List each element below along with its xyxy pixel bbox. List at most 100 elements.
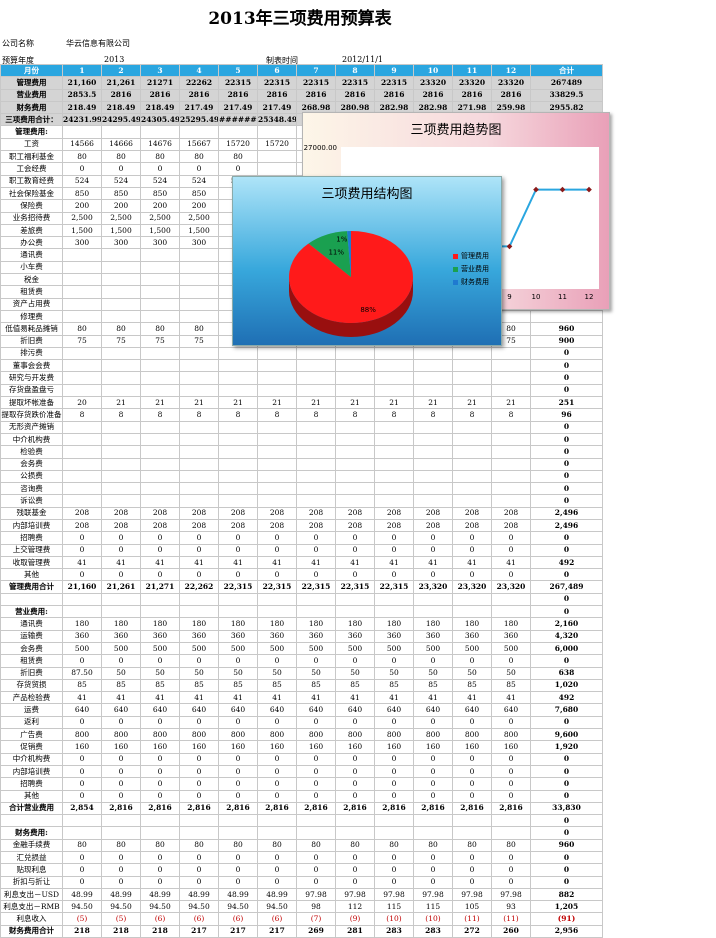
table-cell[interactable] [140, 260, 180, 275]
table-cell[interactable]: 0 [257, 875, 297, 889]
table-cell[interactable]: 41 [374, 555, 414, 570]
table-cell[interactable]: 0 [179, 568, 219, 582]
table-cell[interactable]: 0 [335, 875, 375, 889]
table-cell[interactable]: 0 [257, 764, 297, 779]
table-cell[interactable] [374, 592, 414, 607]
table-cell[interactable] [257, 469, 297, 484]
table-cell[interactable]: 24231.99 [62, 113, 102, 127]
table-cell[interactable]: 24305.49 [140, 113, 180, 127]
table-cell[interactable]: 0 [257, 752, 297, 766]
table-cell[interactable] [413, 359, 453, 373]
table-cell[interactable]: 50 [491, 666, 531, 680]
table-cell[interactable]: 0 [101, 162, 141, 176]
table-cell[interactable] [179, 482, 219, 496]
table-cell[interactable]: 640 [491, 703, 531, 717]
table-cell[interactable] [218, 371, 258, 385]
table-cell[interactable]: 23320 [452, 76, 492, 90]
table-cell[interactable]: 850 [179, 186, 219, 201]
table-cell[interactable]: 180 [413, 617, 453, 631]
table-cell[interactable] [218, 605, 258, 619]
table-cell[interactable]: 112 [335, 900, 375, 914]
table-cell[interactable]: 208 [335, 518, 375, 533]
table-cell[interactable]: 48.99 [101, 887, 141, 902]
table-cell[interactable]: 2816 [218, 88, 258, 102]
table-cell[interactable]: 208 [335, 506, 375, 520]
row-label[interactable]: 营业费用: [0, 605, 63, 619]
row-total-cell[interactable]: 4,320 [530, 629, 603, 643]
table-cell[interactable] [257, 494, 297, 508]
row-total-cell[interactable]: 960 [530, 322, 603, 336]
table-cell[interactable]: 500 [62, 641, 102, 656]
table-cell[interactable]: 85 [218, 678, 258, 693]
header-cell[interactable]: 7 [296, 63, 336, 78]
table-cell[interactable]: 0 [374, 531, 414, 545]
table-cell[interactable]: 360 [452, 629, 492, 643]
table-cell[interactable]: 85 [140, 678, 180, 693]
table-cell[interactable] [140, 469, 180, 484]
table-cell[interactable]: 80 [257, 838, 297, 853]
table-cell[interactable] [179, 814, 219, 828]
table-cell[interactable]: 2,816 [140, 801, 180, 816]
table-cell[interactable]: 800 [218, 728, 258, 742]
table-cell[interactable] [374, 457, 414, 471]
table-cell[interactable] [179, 605, 219, 619]
table-cell[interactable] [140, 383, 180, 398]
table-cell[interactable]: 640 [218, 703, 258, 717]
table-cell[interactable] [452, 359, 492, 373]
row-label[interactable]: 运费 [0, 703, 63, 717]
table-cell[interactable]: 800 [491, 728, 531, 742]
table-cell[interactable] [491, 359, 531, 373]
table-cell[interactable]: 80 [296, 838, 336, 853]
row-total-cell[interactable]: 0 [530, 420, 603, 434]
table-cell[interactable] [335, 826, 375, 840]
table-cell[interactable]: 48.99 [179, 887, 219, 902]
table-cell[interactable] [491, 383, 531, 398]
table-cell[interactable]: 500 [491, 641, 531, 656]
row-total-cell[interactable]: 0 [530, 445, 603, 459]
table-cell[interactable]: 160 [335, 740, 375, 754]
table-cell[interactable]: 2,816 [257, 801, 297, 816]
table-cell[interactable]: 0 [101, 875, 141, 889]
table-cell[interactable] [335, 420, 375, 434]
table-cell[interactable]: 8 [257, 408, 297, 422]
table-cell[interactable] [296, 494, 336, 508]
header-cell[interactable]: 2 [101, 63, 141, 78]
table-cell[interactable]: 21,160 [62, 580, 102, 594]
table-cell[interactable] [218, 457, 258, 471]
table-cell[interactable]: 0 [335, 850, 375, 865]
table-cell[interactable]: 2816 [335, 88, 375, 102]
table-cell[interactable]: (10) [374, 912, 414, 926]
table-cell[interactable] [335, 592, 375, 607]
table-cell[interactable] [296, 469, 336, 484]
table-cell[interactable]: 0 [335, 777, 375, 791]
table-cell[interactable]: 94.50 [257, 900, 297, 914]
table-cell[interactable] [335, 383, 375, 398]
table-cell[interactable] [491, 432, 531, 447]
row-label[interactable]: 管理费用合计 [0, 580, 63, 594]
table-cell[interactable]: 0 [101, 531, 141, 545]
row-total-cell[interactable]: 0 [530, 850, 603, 865]
table-cell[interactable]: 8 [413, 408, 453, 422]
row-label[interactable]: 营业费用 [0, 88, 63, 102]
table-cell[interactable] [101, 445, 141, 459]
table-cell[interactable]: 2816 [101, 88, 141, 102]
table-cell[interactable] [218, 346, 258, 361]
table-cell[interactable]: 50 [257, 666, 297, 680]
table-cell[interactable]: 2,816 [374, 801, 414, 816]
table-cell[interactable] [335, 494, 375, 508]
row-label[interactable]: 中介机构费 [0, 432, 63, 447]
table-cell[interactable] [179, 260, 219, 275]
table-cell[interactable]: 0 [335, 764, 375, 779]
table-cell[interactable]: 0 [491, 764, 531, 779]
table-cell[interactable] [374, 432, 414, 447]
table-cell[interactable]: 80 [374, 838, 414, 853]
table-cell[interactable]: 41 [179, 555, 219, 570]
table-cell[interactable]: 0 [491, 777, 531, 791]
table-cell[interactable]: 85 [296, 678, 336, 693]
table-cell[interactable]: 80 [491, 838, 531, 853]
table-cell[interactable] [179, 469, 219, 484]
table-cell[interactable] [374, 826, 414, 840]
row-total-cell[interactable]: 1,920 [530, 740, 603, 754]
table-cell[interactable]: 0 [218, 777, 258, 791]
row-label[interactable] [0, 592, 63, 607]
